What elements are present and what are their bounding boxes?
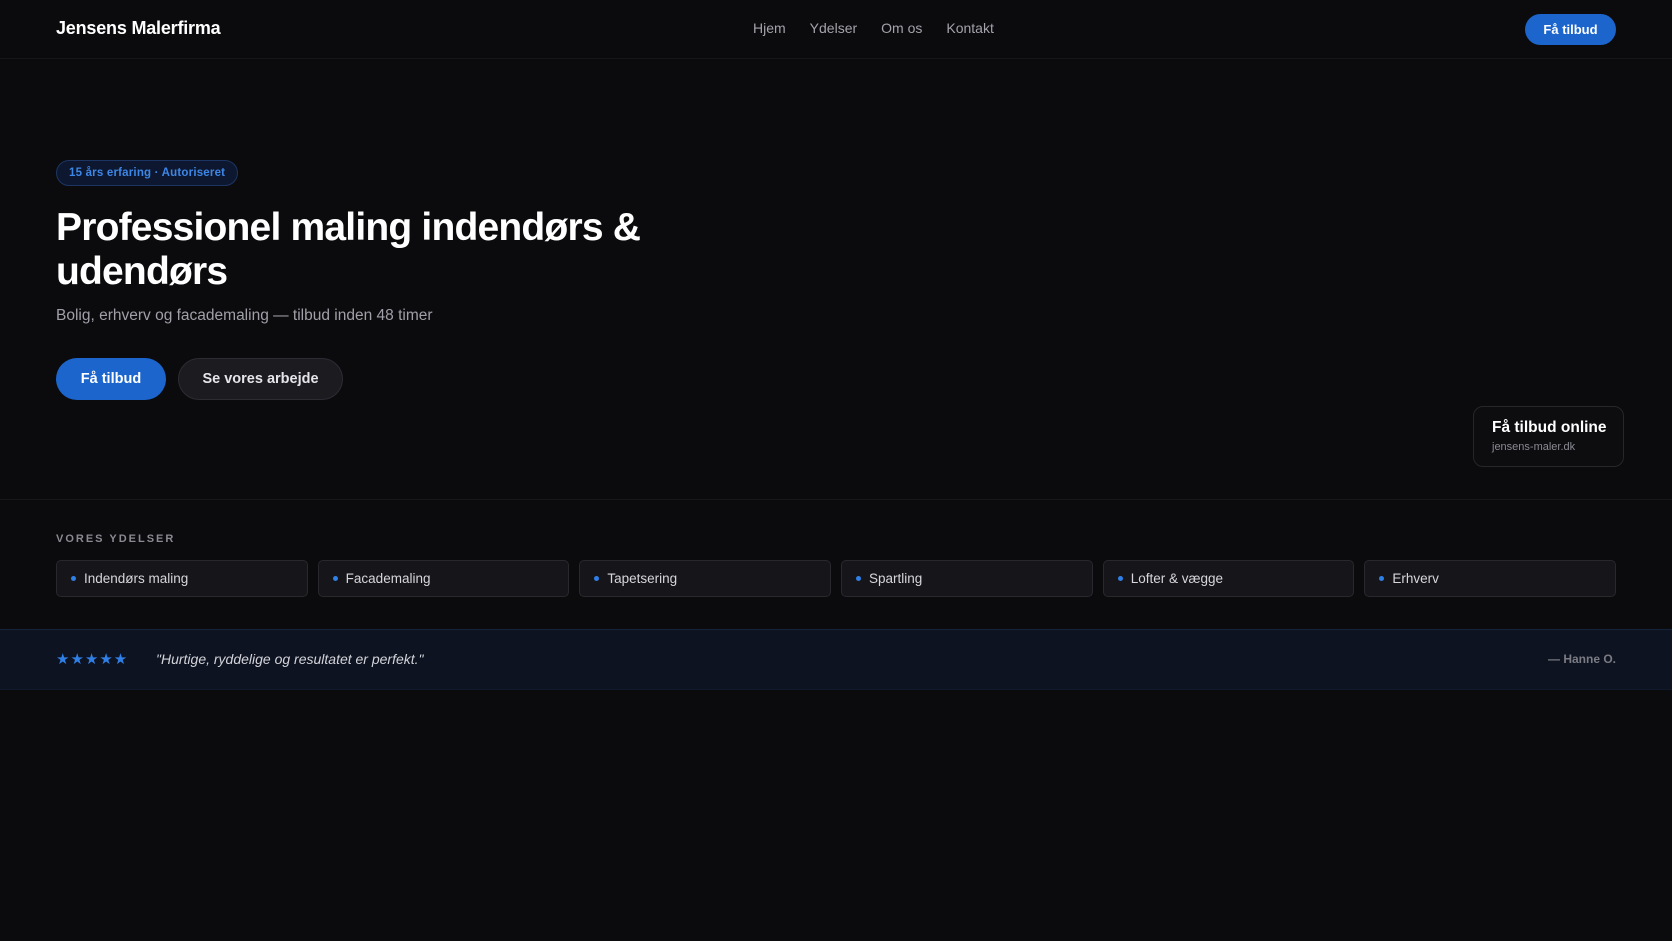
site-header: Jensens Malerfirma Hjem Ydelser Om os Ko… [0, 0, 1672, 59]
testimonial-author: — Hanne O. [1547, 652, 1616, 666]
online-quote-title: Få tilbud online [1492, 419, 1607, 436]
online-quote-card[interactable]: Få tilbud online jensens-maler.dk [1473, 406, 1624, 467]
nav-link-kontakt[interactable]: Kontakt [946, 20, 993, 36]
bullet-dot-icon [332, 576, 338, 581]
header-quote-button[interactable]: Få tilbud [1525, 14, 1616, 45]
service-label: Erhverv [1392, 571, 1439, 586]
bullet-dot-icon [1379, 576, 1385, 581]
bullet-dot-icon [1117, 576, 1123, 581]
service-label: Indendørs maling [84, 571, 189, 586]
online-quote-url: jensens-maler.dk [1492, 441, 1576, 453]
service-label: Spartling [869, 571, 923, 586]
hero-title: Professionel maling indendørs & udendørs [56, 206, 641, 293]
see-work-button[interactable]: Se vores arbejde [178, 358, 343, 400]
service-item-erhverv[interactable]: Erhverv [1364, 560, 1617, 597]
service-item-lofter-vaegge[interactable]: Lofter & vægge [1102, 560, 1355, 597]
brand-logo[interactable]: Jensens Malerfirma [56, 18, 221, 39]
service-label: Facademaling [345, 571, 431, 586]
hero-subtitle: Bolig, erhverv og facademaling — tilbud … [56, 307, 433, 324]
testimonial-bar: ★★★★★ "Hurtige, ryddelige og resultatet … [0, 629, 1672, 690]
get-quote-button[interactable]: Få tilbud [56, 358, 166, 400]
service-item-indendors-maling[interactable]: Indendørs maling [56, 560, 308, 597]
service-label: Tapetsering [607, 571, 678, 586]
bullet-dot-icon [856, 576, 862, 581]
experience-badge: 15 års erfaring · Autoriseret [56, 160, 239, 186]
nav-link-ydelser[interactable]: Ydelser [810, 20, 857, 36]
service-item-spartling[interactable]: Spartling [841, 560, 1093, 597]
service-item-facademaling[interactable]: Facademaling [317, 560, 570, 597]
testimonial-quote: "Hurtige, ryddelige og resultatet er per… [156, 651, 424, 667]
services-list: Indendørs maling Facademaling Tapetserin… [56, 560, 1617, 597]
service-item-tapetsering[interactable]: Tapetsering [579, 560, 832, 597]
service-label: Lofter & vægge [1130, 571, 1223, 586]
nav-link-om-os[interactable]: Om os [881, 20, 922, 36]
hero-section: 15 års erfaring · Autoriseret Profession… [0, 59, 1672, 500]
star-rating-icon: ★★★★★ [56, 650, 129, 668]
services-heading: VORES YDELSER [56, 533, 176, 545]
nav-link-hjem[interactable]: Hjem [753, 20, 786, 36]
bullet-dot-icon [71, 576, 76, 581]
main-nav: Hjem Ydelser Om os Kontakt [753, 20, 994, 36]
bullet-dot-icon [594, 576, 600, 581]
